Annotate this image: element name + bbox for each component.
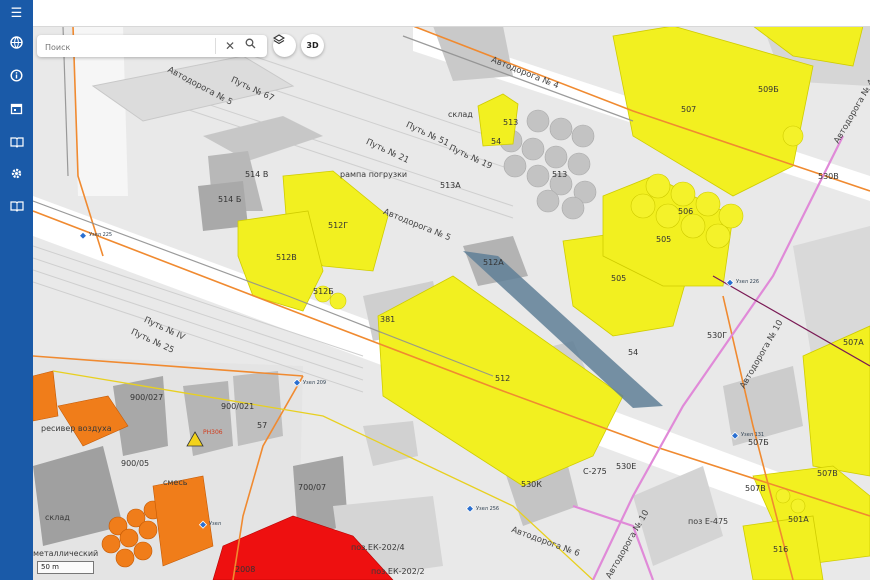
map-label: ресивер воздуха xyxy=(41,424,112,433)
building-label: 512В xyxy=(276,253,297,262)
building-label: 513А xyxy=(440,181,461,190)
search-icon[interactable] xyxy=(245,38,261,54)
map-canvas[interactable]: 513 54 507 509Б 530В 514 В 514 Б 512Г 51… xyxy=(33,26,870,580)
building-label: 530К xyxy=(521,480,542,489)
building-label: 530Е xyxy=(616,462,637,471)
building-label: 900/021 xyxy=(221,402,255,411)
building-label: 501А xyxy=(788,515,809,524)
building-label: 530Г xyxy=(707,331,728,340)
node-label: Узел 225 xyxy=(89,232,113,238)
node-label: Узел 209 xyxy=(303,380,327,386)
building-label: 506 xyxy=(678,207,694,216)
building-label: 505 xyxy=(656,235,672,244)
node-label: Узел 131 xyxy=(741,432,765,438)
building-label: 512Б xyxy=(313,287,334,296)
close-icon[interactable]: ✕ xyxy=(222,38,238,54)
layers-button[interactable] xyxy=(273,34,296,57)
scale-bar: 50 m xyxy=(37,561,94,574)
building-label: 516 xyxy=(773,545,789,554)
node-label: Узел xyxy=(209,521,221,527)
building-label: 507Б xyxy=(748,438,769,447)
search-input[interactable] xyxy=(43,38,212,56)
map-label: поз.ЕК-202/2 xyxy=(371,567,425,576)
layers-icon xyxy=(273,34,285,45)
building-label: 507 xyxy=(681,105,697,114)
view-3d-button[interactable]: 3D xyxy=(301,34,324,57)
settings-icon[interactable] xyxy=(3,160,30,187)
building-label: 512А xyxy=(483,258,504,267)
building-label: 509Б xyxy=(758,85,779,94)
map-label: склад xyxy=(45,513,70,522)
building-label: 505 xyxy=(611,274,627,283)
building-label: 507В xyxy=(745,484,766,493)
building-label: 2008 xyxy=(235,565,256,574)
divider xyxy=(215,38,216,54)
map-label: склад xyxy=(448,110,473,119)
map-label: рампа погрузки xyxy=(340,170,408,179)
globe-icon[interactable] xyxy=(3,29,30,56)
info-icon[interactable] xyxy=(3,62,30,89)
node-label: Узел 256 xyxy=(476,506,500,512)
sidebar: ☰ xyxy=(0,0,33,580)
building-label: 514 В xyxy=(245,170,269,179)
building-label: 507В xyxy=(817,469,838,478)
building-label: 381 xyxy=(380,315,396,324)
building-label: 57 xyxy=(257,421,268,430)
building-label: 900/027 xyxy=(130,393,164,402)
map-label: РН306 xyxy=(203,429,223,436)
menu-icon[interactable]: ☰ xyxy=(3,0,30,27)
building-label: 512 xyxy=(495,374,511,383)
building-label: 900/05 xyxy=(121,459,150,468)
building-label: 54 xyxy=(491,137,502,146)
calendar-icon[interactable] xyxy=(3,95,30,122)
building-label: 513 xyxy=(503,118,519,127)
map-label: смесь xyxy=(163,478,188,487)
top-bar xyxy=(33,0,870,27)
map-label: поз.ЕК-202/4 xyxy=(351,543,405,552)
node-label: Узел 226 xyxy=(736,279,760,285)
building-label: 513 xyxy=(552,170,568,179)
building-label: 507A xyxy=(843,338,864,347)
building-label: 512Г xyxy=(328,221,349,230)
book-icon[interactable] xyxy=(3,128,30,155)
map-label: поз Е-475 xyxy=(688,517,729,526)
building-label: 700/07 xyxy=(298,483,327,492)
building-label: 54 xyxy=(628,348,639,357)
map-label: металлический xyxy=(33,549,99,558)
building-label: 530В xyxy=(818,172,839,181)
book-open-icon[interactable] xyxy=(3,192,30,219)
building-label: С-275 xyxy=(583,467,607,476)
search-box: ✕ xyxy=(37,35,267,57)
building-label: 514 Б xyxy=(218,195,242,204)
